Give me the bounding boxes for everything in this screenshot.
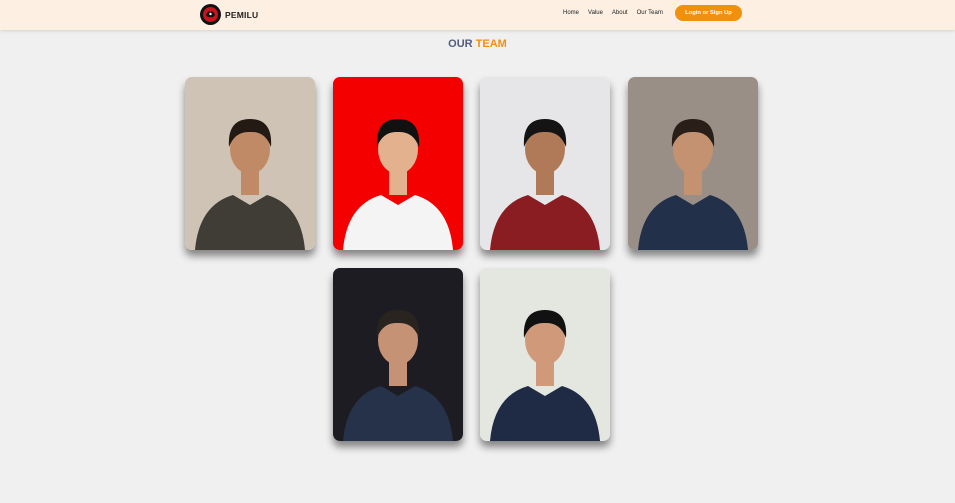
nav-about[interactable]: About: [612, 10, 628, 16]
team-member-photo: [480, 77, 610, 250]
nav-links: Home Value About Our Team: [563, 0, 672, 26]
party-emblem-icon: [200, 4, 221, 25]
nav-home[interactable]: Home: [563, 10, 579, 16]
portrait-image: [333, 268, 463, 441]
team-member-photo: [185, 77, 315, 250]
nav-value[interactable]: Value: [588, 10, 603, 16]
portrait-image: [333, 77, 463, 250]
portrait-image: [185, 77, 315, 250]
portrait-image: [480, 77, 610, 250]
team-member-photo: [628, 77, 758, 250]
team-member-photo: [480, 268, 610, 441]
navbar: PEMILU Home Value About Our Team Login o…: [0, 0, 955, 30]
nav-our-team[interactable]: Our Team: [637, 10, 663, 16]
team-member-photo: [333, 77, 463, 250]
section-title-part1: OUR: [448, 38, 473, 50]
portrait-image: [480, 268, 610, 441]
portrait-image: [628, 77, 758, 250]
section-title-part2: TEAM: [475, 38, 507, 50]
team-member-photo: [333, 268, 463, 441]
brand[interactable]: PEMILU: [200, 3, 258, 26]
brand-name: PEMILU: [225, 9, 259, 20]
section-title: OUR TEAM: [0, 38, 955, 50]
login-signup-button[interactable]: Login or Sign Up: [675, 5, 742, 21]
